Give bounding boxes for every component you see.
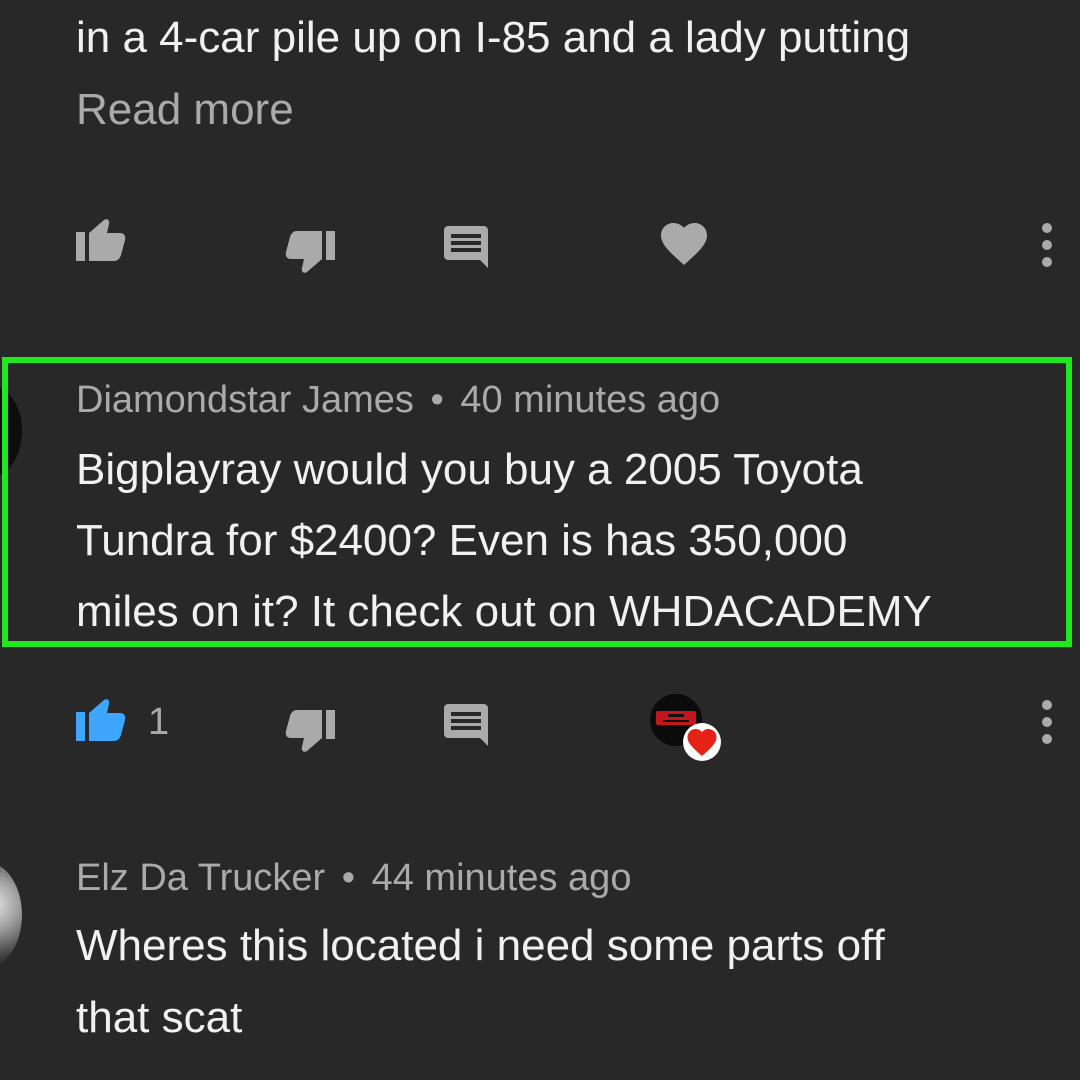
thumb-up-icon <box>76 699 126 741</box>
comment-timestamp: 44 minutes ago <box>371 857 632 899</box>
heart-icon <box>661 223 707 265</box>
separator-dot: • <box>341 857 356 899</box>
thumb-down-icon <box>285 231 335 273</box>
like-button[interactable] <box>76 218 126 262</box>
comment-text-line: in a 4-car pile up on I-85 and a lady pu… <box>76 13 911 62</box>
heart-icon <box>683 723 721 761</box>
thumb-down-icon <box>285 710 335 752</box>
comment-timestamp: 40 minutes ago <box>460 379 721 421</box>
author-name[interactable]: Elz Da Trucker <box>76 857 325 899</box>
dislike-button[interactable] <box>285 230 335 274</box>
reply-button[interactable] <box>444 704 488 748</box>
heart-button[interactable] <box>661 223 707 265</box>
comment-text-line: miles on it? It check out on WHDACADEMY <box>76 587 932 636</box>
more-options-button[interactable] <box>1039 699 1055 745</box>
comment-header: Elz Da Trucker • 44 minutes ago <box>76 853 631 903</box>
comment-text-line: Bigplayray would you buy a 2005 Toyota <box>76 445 863 494</box>
comment-header: Diamondstar James • 40 minutes ago <box>76 375 720 425</box>
creator-heart-badge <box>650 694 724 762</box>
separator-dot: • <box>430 379 444 421</box>
more-options-button[interactable] <box>1039 222 1055 268</box>
more-vert-icon <box>1042 223 1052 267</box>
avatar[interactable] <box>0 862 22 968</box>
like-button[interactable] <box>76 698 126 742</box>
thumb-up-icon <box>76 219 126 261</box>
read-more-link[interactable]: Read more <box>76 82 294 138</box>
comment-text-line: Wheres this located i need some parts of… <box>76 921 885 970</box>
reply-icon <box>444 704 488 746</box>
reply-button[interactable] <box>444 226 488 270</box>
author-name[interactable]: Diamondstar James <box>76 379 414 421</box>
comment-text-line: Tundra for $2400? Even is has 350,000 <box>76 516 848 565</box>
more-vert-icon <box>1042 700 1052 744</box>
dislike-button[interactable] <box>285 709 335 753</box>
comment-text-line: that scat <box>76 993 243 1042</box>
reply-icon <box>444 226 488 268</box>
like-count: 1 <box>148 701 170 743</box>
